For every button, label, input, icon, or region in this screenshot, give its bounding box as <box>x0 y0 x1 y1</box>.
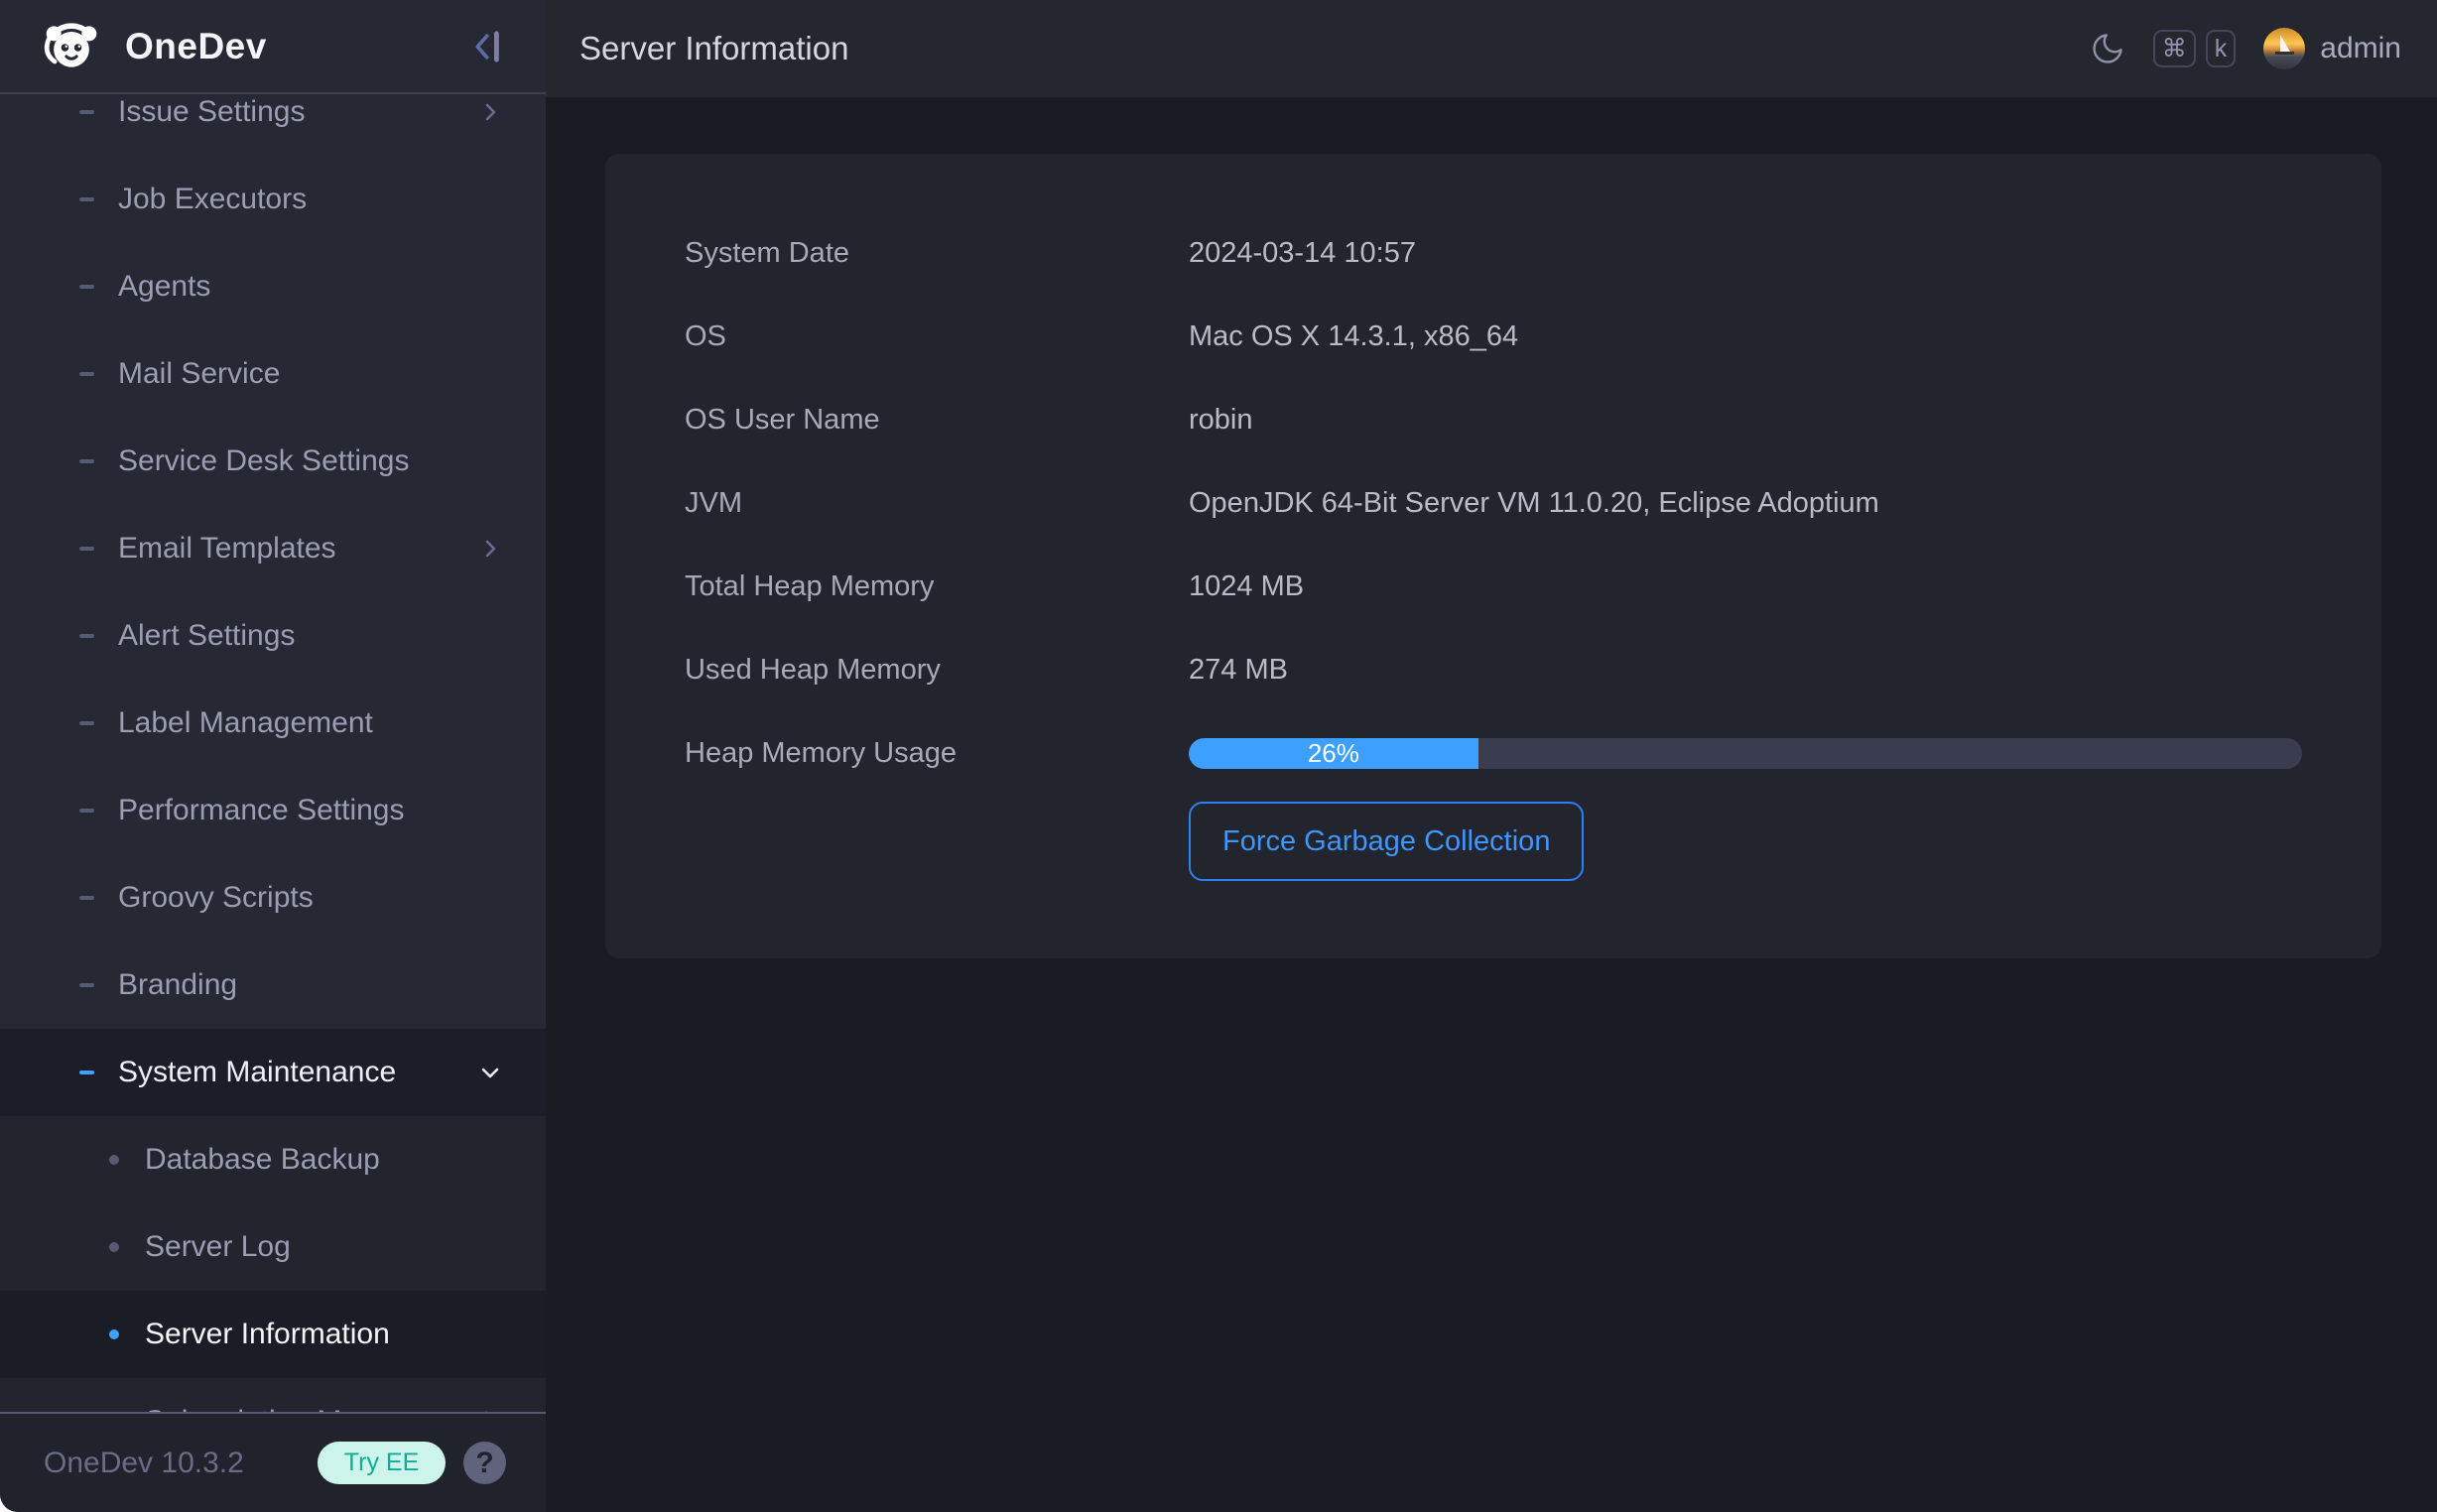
sidebar-footer: OneDev 10.3.2 Try EE <box>0 1412 546 1512</box>
page-title: Server Information <box>579 30 2090 67</box>
top-bar: Server Information ⌘ k admin <box>546 0 2437 97</box>
dash-icon <box>79 547 94 551</box>
gc-button-row: Force Garbage Collection <box>685 802 2302 881</box>
dash-icon <box>79 809 94 813</box>
info-row-used-heap-memory: Used Heap Memory 274 MB <box>685 628 2302 711</box>
sidebar-item-label-management[interactable]: Label Management <box>0 680 546 767</box>
bullet-icon <box>109 1242 119 1252</box>
sidebar-item-groovy-scripts[interactable]: Groovy Scripts <box>0 854 546 942</box>
dash-icon <box>79 372 94 376</box>
info-row-os-user-name: OS User Name robin <box>685 378 2302 461</box>
force-garbage-collection-button[interactable]: Force Garbage Collection <box>1189 802 1584 881</box>
dash-icon <box>79 896 94 900</box>
sidebar-logo-bar: OneDev <box>0 0 546 94</box>
sidebar-item-service-desk-settings[interactable]: Service Desk Settings <box>0 418 546 505</box>
info-row-os: OS Mac OS X 14.3.1, x86_64 <box>685 295 2302 378</box>
username[interactable]: admin <box>2320 32 2401 65</box>
heap-usage-progress-bar: 26% <box>1189 738 2302 769</box>
info-row-heap-memory-usage: Heap Memory Usage 26% <box>685 711 2302 795</box>
sidebar-item-email-templates[interactable]: Email Templates <box>0 505 546 592</box>
sidebar-item-branding[interactable]: Branding <box>0 942 546 1029</box>
dash-icon <box>79 110 94 114</box>
dash-icon <box>79 983 94 987</box>
dark-mode-moon-icon[interactable] <box>2090 31 2125 66</box>
app-version: OneDev 10.3.2 <box>44 1447 244 1480</box>
dash-icon <box>79 459 94 463</box>
sidebar-subitem-server-information[interactable]: Server Information <box>0 1291 546 1378</box>
onedev-app: OneDev Issue Settings Job Executors Agen… <box>0 0 2437 1512</box>
sidebar-item-performance-settings[interactable]: Performance Settings <box>0 767 546 854</box>
page-content: System Date 2024-03-14 10:57 OS Mac OS X… <box>546 97 2437 1512</box>
app-name: OneDev <box>125 26 470 67</box>
sidebar-item-issue-settings[interactable]: Issue Settings <box>0 94 546 156</box>
sidebar-menu: Issue Settings Job Executors Agents Mail… <box>0 94 546 1412</box>
onedev-panda-logo-icon <box>42 17 101 76</box>
sidebar-subitem-subscription-management[interactable]: Subscription Management <box>0 1378 546 1412</box>
info-row-system-date: System Date 2024-03-14 10:57 <box>685 211 2302 295</box>
sidebar-item-job-executors[interactable]: Job Executors <box>0 156 546 243</box>
server-info-card: System Date 2024-03-14 10:57 OS Mac OS X… <box>605 154 2381 958</box>
dash-icon <box>79 197 94 201</box>
sidebar-item-mail-service[interactable]: Mail Service <box>0 330 546 418</box>
dash-icon <box>79 634 94 638</box>
collapse-sidebar-icon[interactable] <box>470 27 506 66</box>
dash-icon <box>79 721 94 725</box>
dash-icon <box>79 1071 94 1074</box>
help-icon[interactable] <box>463 1442 506 1484</box>
sidebar-item-alert-settings[interactable]: Alert Settings <box>0 592 546 680</box>
sidebar: OneDev Issue Settings Job Executors Agen… <box>0 0 546 1512</box>
chevron-down-icon <box>478 1061 502 1084</box>
chevron-right-icon <box>478 537 502 561</box>
chevron-right-icon <box>478 100 502 124</box>
user-avatar[interactable] <box>2263 28 2305 69</box>
system-maintenance-submenu: Database Backup Server Log Server Inform… <box>0 1116 546 1412</box>
try-ee-badge[interactable]: Try EE <box>318 1442 446 1484</box>
sidebar-item-system-maintenance[interactable]: System Maintenance <box>0 1029 546 1116</box>
main-area: Server Information ⌘ k admin System Date… <box>546 0 2437 1512</box>
heap-usage-progress-fill: 26% <box>1189 738 1478 769</box>
dash-icon <box>79 285 94 289</box>
info-row-total-heap-memory: Total Heap Memory 1024 MB <box>685 545 2302 628</box>
bullet-icon <box>109 1155 119 1165</box>
info-row-jvm: JVM OpenJDK 64-Bit Server VM 11.0.20, Ec… <box>685 461 2302 545</box>
k-key[interactable]: k <box>2206 30 2237 67</box>
sidebar-item-agents[interactable]: Agents <box>0 243 546 330</box>
sidebar-subitem-database-backup[interactable]: Database Backup <box>0 1116 546 1203</box>
command-key-icon[interactable]: ⌘ <box>2153 30 2196 67</box>
bullet-icon <box>109 1329 119 1339</box>
sidebar-subitem-server-log[interactable]: Server Log <box>0 1203 546 1291</box>
